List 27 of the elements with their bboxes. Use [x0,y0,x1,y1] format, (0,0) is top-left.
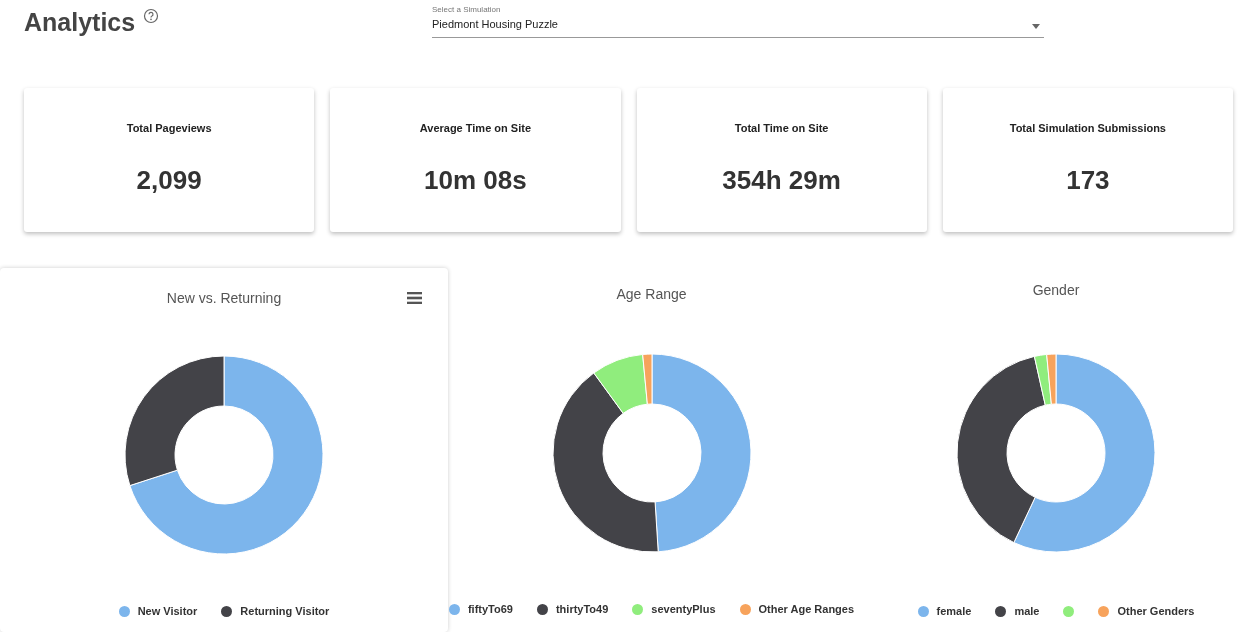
legend-label: Returning Visitor [240,604,330,619]
menu-icon[interactable] [407,292,422,304]
legend-label: seventyPlus [651,602,716,617]
page-title: Analytics [24,7,136,38]
stat-value: 173 [1066,163,1110,197]
field-label: Select a Simulation [432,4,502,16]
help-icon[interactable] [143,8,160,24]
simulation-select[interactable]: Select a Simulation Piedmont Housing Puzzle [432,4,1044,38]
stat-label: Total Pageviews [126,121,212,137]
caret-icon [1032,23,1040,29]
stat-value: 354h 29m [722,163,841,197]
stat-label: Total Simulation Submissions [1009,121,1166,137]
legend-label: male [1014,604,1040,619]
stat-label: Total Time on Site [734,121,829,137]
legend-label: female [936,604,972,619]
legend-label: Other Genders [1117,604,1195,619]
stat-label: Average Time on Site [419,121,531,137]
legend-label: New Visitor [137,604,198,619]
legend-label: fiftyTo69 [467,602,513,617]
field-value: Piedmont Housing Puzzle [432,17,559,32]
chart-title: New vs. Returning [166,289,282,308]
chart-title: Age Range [616,285,687,304]
chart-title: Gender [1032,281,1080,300]
stat-value: 2,099 [136,163,202,197]
legend-label: Other Age Ranges [758,602,855,617]
stat-value: 10m 08s [424,163,527,197]
legend-label: thirtyTo49 [555,602,609,617]
